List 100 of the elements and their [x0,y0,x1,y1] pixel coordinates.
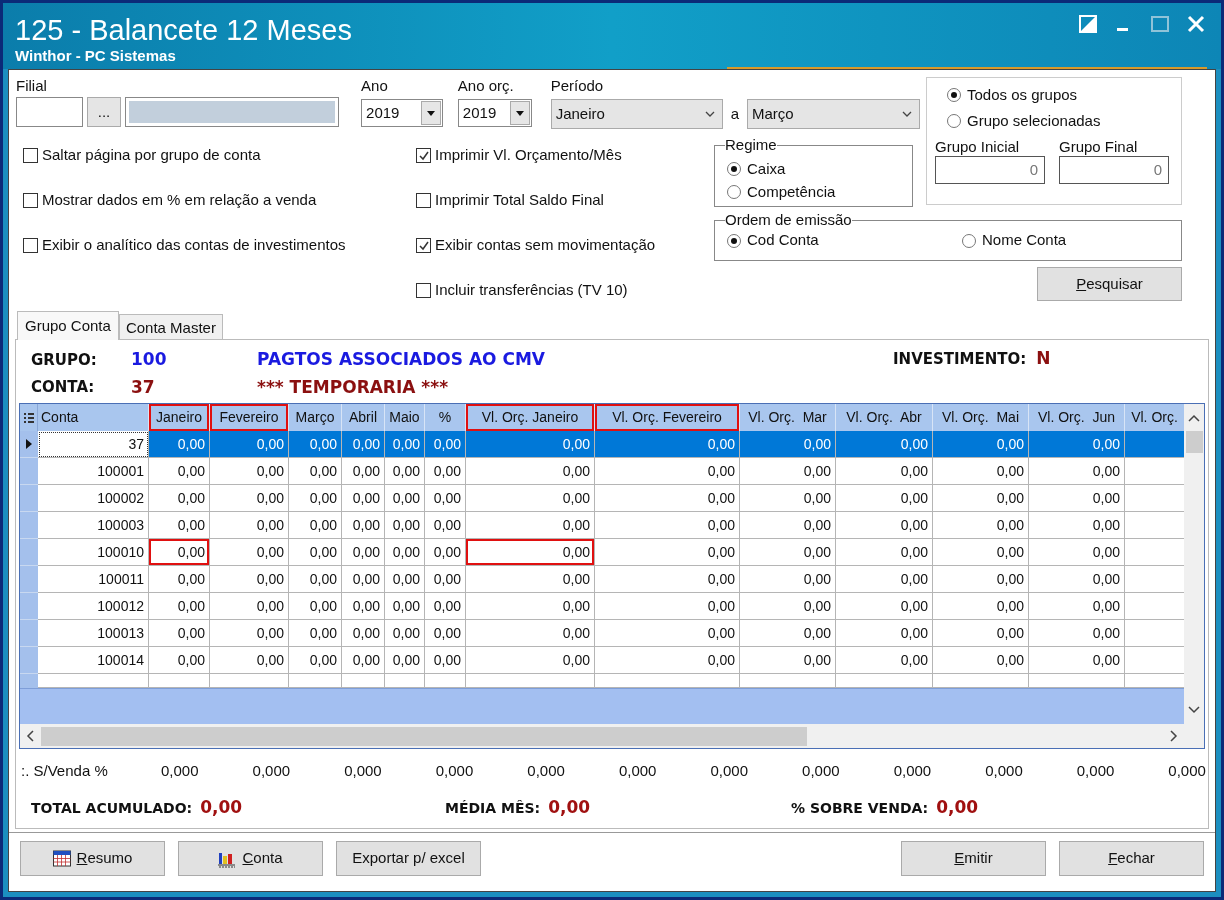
field-label: Ano orç. [457,77,515,95]
month-dropdown[interactable]: Janeiro [550,99,723,129]
table-cell: 0,00 [425,458,466,485]
table-cell [289,674,342,688]
account-label: CONTA: [31,377,96,398]
radio-button[interactable] [727,184,741,199]
table-cell: 0,00 [289,431,342,458]
maximize-button[interactable] [1151,15,1169,33]
field-label: Filial [16,77,48,95]
action-button[interactable]: Conta [178,841,323,876]
column-header[interactable]: Janeiro [149,404,210,431]
theme-button[interactable] [1079,15,1097,33]
checkbox-label: Incluir transferências (TV 10) [435,280,628,301]
radio-button[interactable] [947,113,961,128]
table-cell: 0,00 [210,485,289,512]
horizontal-scrollbar[interactable] [20,724,1204,748]
radio-button[interactable] [947,88,961,103]
scrollbar-thumb[interactable] [1185,431,1203,453]
field-label: Grupo Inicial [935,138,1021,156]
browse-button[interactable]: ... [87,97,121,127]
field-label: Ano [361,77,389,95]
year-dropdown[interactable]: 2019 [361,99,443,127]
close-button[interactable] [1187,15,1205,33]
table-cell: 0,00 [740,485,836,512]
table-cell: 0,00 [595,512,740,539]
tab[interactable]: Conta Master [118,314,223,339]
action-button[interactable]: Emitir [901,841,1046,876]
table-cell: 0,00 [1029,485,1125,512]
month-dropdown[interactable]: Março [747,99,920,129]
checkbox[interactable] [416,193,431,208]
radio-button[interactable] [727,162,741,177]
table-cell: 0,00 [933,647,1029,674]
scroll-right-icon [1169,730,1178,742]
radio-button[interactable] [727,233,741,248]
group-name: PAGTOS ASSOCIADOS AO CMV [257,348,546,371]
table-cell: 0,00 [385,593,425,620]
column-header[interactable]: Fevereiro [210,404,289,431]
table-cell: 0,00 [289,458,342,485]
table-cell: 0,00 [740,566,836,593]
table-cell: 0,00 [836,566,933,593]
checkbox-label: Imprimir Vl. Orçamento/Mês [435,145,622,166]
action-button[interactable]: Fechar [1059,841,1204,876]
action-button[interactable]: Exportar p/ excel [336,841,481,876]
table-cell: 0,00 [342,485,385,512]
sales-ratio-label: :. S/Venda % [21,760,109,781]
account-code: 37 [131,376,156,399]
group-field[interactable]: 0 [1059,156,1169,184]
table-cell: 0,00 [149,620,210,647]
checkbox[interactable] [23,148,38,163]
vertical-scrollbar[interactable] [1184,404,1204,724]
checkbox-label: Mostrar dados em % em relação a venda [42,190,317,211]
table-cell: 0,00 [836,512,933,539]
scroll-up-icon [1188,414,1200,423]
table-cell: 0,00 [1029,431,1125,458]
table-cell: 0,00 [933,512,1029,539]
current-row-icon [24,438,34,450]
checkbox[interactable] [416,148,431,163]
filial-name-field[interactable] [125,97,339,127]
table-cell: 0,00 [933,593,1029,620]
radio-button[interactable] [962,233,976,248]
column-header[interactable]: Vl. Orç. Janeiro [466,404,595,431]
check-icon [417,149,430,162]
tab[interactable]: Grupo Conta [17,311,119,340]
total-value: 0,00 [548,796,591,820]
search-button[interactable]: Pesquisar [1037,267,1182,301]
ratio-value: 0,000 [985,760,1023,781]
table-cell: 0,00 [149,431,210,458]
table-cell: 0,00 [289,593,342,620]
table-cell: 0,00 [740,620,836,647]
action-button[interactable]: Resumo [20,841,165,876]
row-indicator[interactable] [20,431,38,458]
table-cell: 0,00 [425,431,466,458]
checkbox-label: Exibir contas sem movimentação [435,235,656,256]
table-cell: 0,00 [289,512,342,539]
checkbox[interactable] [416,283,431,298]
table-cell: 0,00 [385,485,425,512]
table-cell: 0,00 [149,485,210,512]
table-cell: 0,00 [740,458,836,485]
column-header[interactable]: Vl. Orç. Fevereiro [595,404,740,431]
table-cell: 0,00 [210,458,289,485]
year-dropdown[interactable]: 2019 [457,99,532,127]
checkbox[interactable] [23,193,38,208]
table-cell: 100013 [38,620,149,647]
table-cell: 0,00 [466,647,595,674]
total-label: TOTAL ACUMULADO: [31,798,193,818]
group-title: Ordem de emissão [725,212,852,228]
filial-code-field[interactable] [16,97,83,127]
total-label: % SOBRE VENDA: [791,798,929,818]
group-field[interactable]: 0 [935,156,1045,184]
checkbox[interactable] [416,238,431,253]
table-cell: 0,00 [595,539,740,566]
investment-value: N [1036,347,1051,371]
checkbox[interactable] [23,238,38,253]
table-cell: 0,00 [149,458,210,485]
checkbox-label: Exibir o analítico das contas de investimentos [42,235,346,256]
table-cell: 0,00 [289,647,342,674]
scrollbar-thumb[interactable] [41,726,807,746]
table-cell: 0,00 [1029,539,1125,566]
table-cell: 0,00 [385,539,425,566]
field-label: Período [550,77,605,95]
